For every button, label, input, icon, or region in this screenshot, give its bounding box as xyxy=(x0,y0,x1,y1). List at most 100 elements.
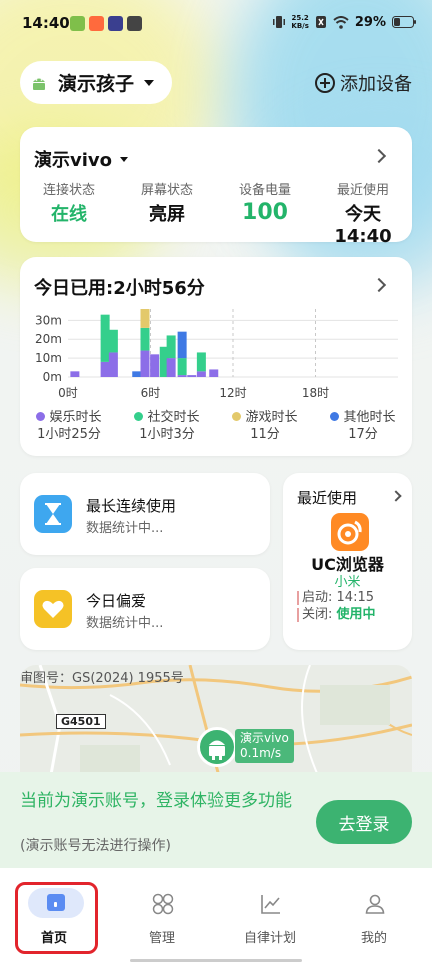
map-approval-number: 审图号：GS(2024) 1955号 xyxy=(20,671,184,686)
x-tick-label: 18时 xyxy=(302,386,329,400)
usage-legend: 娱乐时长 1小时25分 社交时长 1小时3分 游戏时长 11分 其他时长 17分 xyxy=(20,409,412,443)
road-label: G4501 xyxy=(56,714,106,729)
recent-app-card[interactable]: 最近使用 UC浏览器 小米 启动: 14:15 关闭: 使用中 xyxy=(283,473,412,650)
x-tick-label: 12时 xyxy=(219,386,246,400)
plan-chart-icon xyxy=(261,895,280,914)
sim-icon xyxy=(315,16,326,28)
chart-bar-segment xyxy=(196,371,206,377)
legend-games: 游戏时长 11分 xyxy=(216,409,314,443)
stat-battery: 设备电量 100 xyxy=(238,183,291,225)
longest-use-card[interactable]: 最长连续使用 数据统计中... xyxy=(20,473,270,555)
chart-bar-segment xyxy=(108,352,118,377)
usage-bar-chart: 30m 20m 10m 0m 0时 6时 12时 18时 xyxy=(35,309,398,400)
chart-bar-segment xyxy=(100,361,110,377)
chart-bar-segment xyxy=(140,350,150,377)
stat-last-used: 最近使用 今天 14:40 xyxy=(334,183,392,247)
chart-bar-segment xyxy=(187,375,197,377)
recent-app-brand: 小米 xyxy=(334,575,361,590)
stat-screen: 屏幕状态 亮屏 xyxy=(140,183,193,225)
vibrate-icon xyxy=(273,16,286,28)
chevron-right-icon[interactable] xyxy=(371,148,387,164)
android-icon xyxy=(209,740,225,760)
location-map[interactable]: 审图号：GS(2024) 1955号 G4501 演示vivo 0.1m/s xyxy=(20,665,412,780)
add-device-label: 添加设备 xyxy=(340,74,412,95)
chart-bar-segment xyxy=(209,369,219,377)
tab-profile[interactable]: 我的 xyxy=(320,868,428,964)
dropdown-caret-icon xyxy=(120,156,129,162)
device-location-tag: 演示vivo 0.1m/s xyxy=(235,729,294,763)
chart-bar-segment xyxy=(177,358,187,376)
favorite-status: 数据统计中... xyxy=(86,616,164,631)
longest-use-status: 数据统计中... xyxy=(86,521,164,536)
network-speed: 25.2 KB/s xyxy=(291,14,309,30)
device-selector[interactable]: 演示vivo xyxy=(34,146,129,172)
x-tick-label: 6时 xyxy=(141,386,161,400)
recent-title: 最近使用 xyxy=(297,489,358,507)
device-card[interactable]: 演示vivo 连接状态 在线 屏幕状态 亮屏 设备电量 100 最近使用 今天 … xyxy=(20,127,412,247)
android-icon xyxy=(33,78,45,90)
y-tick-label: 30m xyxy=(35,313,62,327)
chart-bar-segment xyxy=(140,309,150,328)
longest-use-title: 最长连续使用 xyxy=(86,497,177,515)
chevron-right-icon[interactable] xyxy=(371,277,387,293)
dropdown-caret-icon xyxy=(144,79,155,86)
hourglass-icon xyxy=(34,495,72,533)
x-tick-label: 0时 xyxy=(58,386,78,400)
chevron-right-icon[interactable] xyxy=(390,490,402,502)
usage-total-title: 今日已用:2小时56分 xyxy=(34,278,205,299)
profile-icon xyxy=(365,894,385,914)
device-stats: 连接状态 在线 屏幕状态 亮屏 设备电量 100 最近使用 今天 14:40 xyxy=(20,179,412,247)
notification-app-icon xyxy=(127,16,142,31)
legend-social: 社交时长 1小时3分 xyxy=(118,409,216,443)
tab-manage[interactable]: 管理 xyxy=(108,868,216,964)
device-name: 演示vivo xyxy=(34,150,113,171)
child-name: 演示孩子 xyxy=(58,73,135,95)
device-location-pin[interactable] xyxy=(197,727,237,767)
status-bar: 14:40 25.2 KB/s 29% xyxy=(0,0,432,50)
chart-bar-segment xyxy=(166,358,176,377)
usage-card[interactable]: 今日已用:2小时56分 30m 20m 10m 0m 0时 6时 12时 18时 娱乐时长 1… xyxy=(20,257,412,456)
legend-entertainment: 娱乐时长 1小时25分 xyxy=(36,410,102,442)
status-time: 14:40 xyxy=(22,14,70,32)
notification-app-icon xyxy=(108,16,123,31)
chart-bar-segment xyxy=(70,371,80,377)
notification-app-icon xyxy=(70,16,85,31)
demo-account-message: 当前为演示账号，登录体验更多功能 xyxy=(20,791,292,811)
legend-other: 其他时长 17分 xyxy=(314,409,412,443)
chart-bar-segment xyxy=(196,352,206,372)
highlight-box xyxy=(15,882,98,954)
recent-close-row: 关闭: 使用中 xyxy=(297,608,376,622)
recent-start-row: 启动: 14:15 xyxy=(297,591,374,605)
chart-bar-segment xyxy=(150,354,160,377)
tab-plan-label: 自律计划 xyxy=(243,931,296,946)
login-button[interactable]: 去登录 xyxy=(316,800,412,844)
favorite-title: 今日偏爱 xyxy=(86,592,147,610)
wifi-icon xyxy=(333,15,349,29)
demo-login-banner: 当前为演示账号，登录体验更多功能 (演示账号无法进行操作) 去登录 xyxy=(0,772,432,868)
favorite-card[interactable]: 今日偏爱 数据统计中... xyxy=(20,568,270,650)
chart-bar-segment xyxy=(100,314,110,362)
manage-icon xyxy=(152,893,174,915)
chart-bar-segment xyxy=(166,335,176,359)
chart-bar-segment xyxy=(177,375,187,377)
battery-icon xyxy=(392,16,416,28)
uc-browser-icon xyxy=(331,513,369,551)
gesture-bar[interactable] xyxy=(130,959,302,962)
tab-profile-label: 我的 xyxy=(360,931,387,946)
tab-manage-label: 管理 xyxy=(148,931,175,946)
heart-icon xyxy=(34,590,72,628)
chart-bar-segment xyxy=(140,327,150,351)
chart-bar-segment xyxy=(177,331,187,359)
child-selector[interactable]: 演示孩子 xyxy=(20,61,172,104)
notification-app-icon xyxy=(89,16,104,31)
stat-connection: 连接状态 在线 xyxy=(42,183,95,225)
add-device-button[interactable]: 添加设备 xyxy=(315,70,412,96)
tab-plan[interactable]: 自律计划 xyxy=(216,868,324,964)
demo-account-note: (演示账号无法进行操作) xyxy=(20,838,171,854)
y-tick-label: 20m xyxy=(35,332,62,346)
y-tick-label: 0m xyxy=(43,370,62,384)
add-circle-icon xyxy=(315,73,335,93)
chart-bar-segment xyxy=(108,329,118,353)
y-tick-label: 10m xyxy=(35,351,62,365)
battery-percent: 29% xyxy=(354,14,386,30)
